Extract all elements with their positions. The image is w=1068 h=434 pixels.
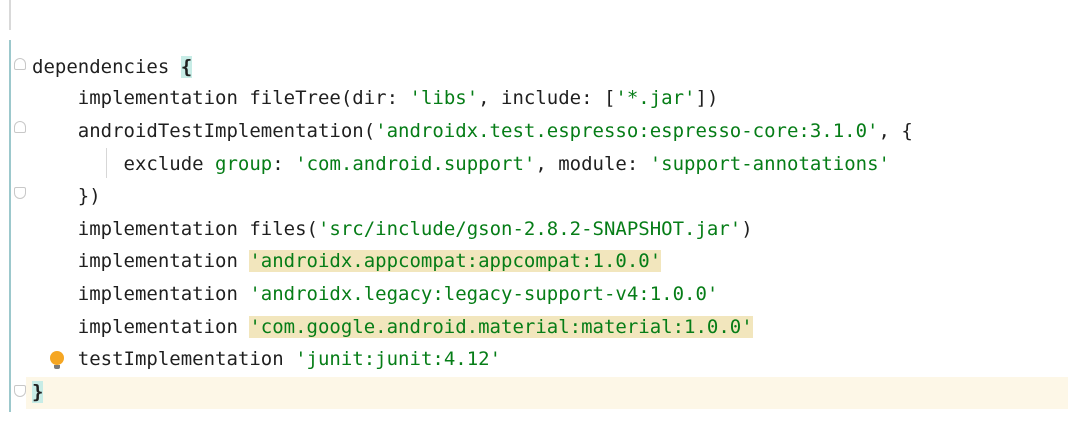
code-token: androidTestImplementation(: [32, 120, 376, 142]
code-token: , include: [: [478, 87, 616, 109]
code-token: implementation: [32, 250, 250, 272]
code-token: }: [32, 381, 44, 403]
string-literal: 'androidx.test.espresso:espresso-core:3.…: [375, 120, 879, 142]
string-literal: 'src/include/gson-2.8.2-SNAPSHOT.jar': [317, 218, 742, 240]
code-token: implementation: [32, 316, 250, 338]
fold-end-icon[interactable]: [14, 187, 26, 199]
code-token: testImplementation: [32, 348, 296, 370]
code-line[interactable]: testImplementation 'junit:junit:4.12': [32, 344, 501, 374]
code-token: {: [180, 56, 193, 78]
string-literal: 'com.google.android.material:material:1.…: [249, 316, 753, 338]
code-token: exclude: [32, 153, 216, 175]
code-line[interactable]: implementation 'androidx.legacy:legacy-s…: [32, 279, 719, 309]
editor-gutter: [0, 0, 26, 434]
code-token: }): [32, 185, 101, 207]
code-line[interactable]: implementation 'com.google.android.mater…: [32, 312, 753, 342]
string-literal: 'junit:junit:4.12': [295, 348, 502, 370]
code-line[interactable]: }): [32, 181, 101, 211]
code-line[interactable]: implementation fileTree(dir: 'libs', inc…: [32, 83, 719, 113]
code-token: , module:: [535, 153, 650, 175]
code-token: implementation fileTree(dir:: [32, 87, 410, 109]
string-literal: 'com.android.support': [295, 153, 536, 175]
gutter-separator: [9, 0, 11, 30]
code-line[interactable]: dependencies {: [32, 52, 193, 82]
string-literal: 'support-annotations': [649, 153, 890, 175]
code-token: dependencies: [32, 56, 181, 78]
string-literal: 'libs': [409, 87, 479, 109]
code-token: implementation files(: [32, 218, 318, 240]
fold-end-icon[interactable]: [14, 385, 26, 397]
code-token: group: [215, 153, 273, 175]
code-line[interactable]: implementation 'androidx.appcompat:appco…: [32, 246, 662, 276]
gutter-scope-indicator: [9, 40, 11, 412]
code-token: ]): [695, 87, 719, 109]
code-line[interactable]: androidTestImplementation('androidx.test…: [32, 116, 913, 146]
string-literal: 'androidx.legacy:legacy-support-v4:1.0.0…: [249, 283, 719, 305]
code-token: :: [272, 153, 296, 175]
code-token: ): [741, 218, 753, 240]
string-literal: 'androidx.appcompat:appcompat:1.0.0': [249, 250, 662, 272]
code-line[interactable]: exclude group: 'com.android.support', mo…: [32, 149, 890, 179]
string-literal: '*.jar': [615, 87, 696, 109]
code-line[interactable]: }: [32, 377, 44, 407]
fold-start-icon[interactable]: [14, 121, 26, 133]
code-token: , {: [878, 120, 913, 142]
fold-start-icon[interactable]: [14, 58, 26, 70]
current-line-highlight: [26, 377, 1068, 409]
code-line[interactable]: implementation files('src/include/gson-2…: [32, 214, 753, 244]
code-token: implementation: [32, 283, 250, 305]
